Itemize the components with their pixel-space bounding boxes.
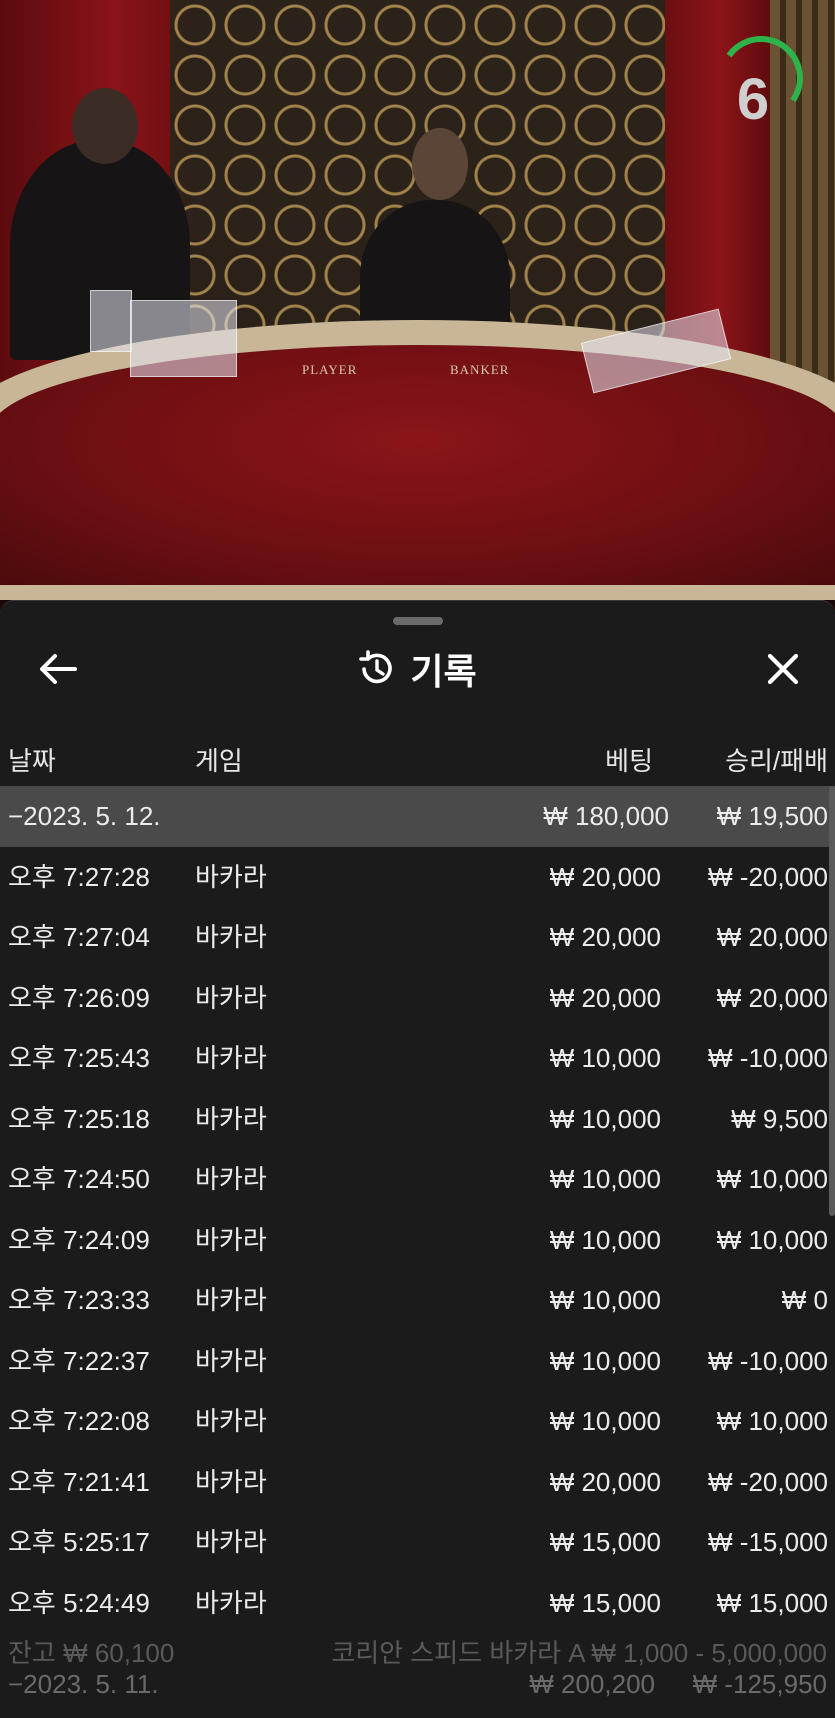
balance-text: 잔고 ₩ 60,100 [8,1638,175,1668]
row-time: 오후 7:21:41 [8,1466,150,1497]
croupier-left-head [72,88,138,164]
row-bet: ₩ 10,000 [549,1285,661,1315]
history-row[interactable]: 오후 7:27:04 바카라 ₩ 20,000 ₩ 20,000 [0,907,835,968]
row-game: 바카라 [195,1224,267,1255]
history-panel: 기록 날짜 게임 베팅 승리/패배 −2023. 5. 12. ₩ 180,00… [0,600,835,1718]
history-row[interactable]: 오후 5:25:17 바카라 ₩ 15,000 ₩ -15,000 [0,1512,835,1573]
next-group-bet-total: ₩ 200,200 [529,1669,655,1699]
row-bet: ₩ 15,000 [549,1527,661,1557]
row-bet: ₩ 10,000 [549,1345,661,1376]
history-row[interactable]: 오후 7:25:43 바카라 ₩ 10,000 ₩ -10,000 [0,1028,835,1089]
column-header-date: 날짜 [8,746,56,776]
row-bet: ₩ 20,000 [549,922,661,952]
felt-player-label: PLAYER [302,362,358,377]
next-group-win-loss-total: ₩ -125,950 [692,1669,827,1699]
row-bet: ₩ 10,000 [549,1103,661,1134]
row-win-loss: ₩ 10,000 [716,1224,828,1255]
felt-banker-label: BANKER [450,362,510,377]
drag-handle[interactable] [393,617,443,625]
row-game: 바카라 [195,922,267,952]
next-group-date: −2023. 5. 11. [8,1669,159,1699]
card-tray [130,300,237,377]
history-row[interactable]: 오후 7:21:41 바카라 ₩ 20,000 ₩ -20,000 [0,1452,835,1513]
history-row[interactable]: 오후 7:23:33 바카라 ₩ 10,000 ₩ 0 [0,1270,835,1331]
row-game: 바카라 [195,1406,267,1436]
card-discard-box [90,290,132,352]
row-win-loss: ₩ -10,000 [708,1043,828,1073]
history-table: −2023. 5. 12. ₩ 180,000 ₩ 19,500 오후 7:27… [0,786,835,1633]
row-game: 바카라 [195,861,267,892]
row-win-loss: ₩ -20,000 [708,1466,828,1497]
column-header-game: 게임 [195,746,243,776]
close-icon [767,653,799,685]
row-time: 오후 5:25:17 [8,1527,150,1557]
row-game: 바카라 [195,1587,267,1618]
row-win-loss: ₩ 15,000 [716,1587,828,1618]
row-bet: ₩ 10,000 [549,1224,661,1255]
row-time: 오후 5:24:49 [8,1587,150,1618]
column-header-bet: 베팅 [605,746,653,776]
history-row[interactable]: 오후 7:22:08 바카라 ₩ 10,000 ₩ 10,000 [0,1391,835,1452]
row-bet: ₩ 10,000 [549,1164,661,1194]
row-win-loss: ₩ 20,000 [716,922,828,952]
row-bet: ₩ 20,000 [549,1466,661,1497]
row-bet: ₩ 20,000 [549,861,661,892]
history-header: 기록 [0,641,835,697]
table-info-text: 코리안 스피드 바카라 A ₩ 1,000 - 5,000,000 [331,1638,827,1668]
row-game: 바카라 [195,1466,267,1497]
page-title: 기록 [410,651,477,692]
row-win-loss: ₩ 0 [781,1285,828,1315]
close-button[interactable] [755,647,811,691]
column-header-win-loss: 승리/패배 [725,746,828,776]
row-bet: ₩ 15,000 [549,1587,661,1618]
row-bet: ₩ 20,000 [549,982,661,1013]
history-row[interactable]: 오후 7:24:09 바카라 ₩ 10,000 ₩ 10,000 [0,1210,835,1271]
live-video-feed: PLAYER BANKER 6 [0,0,835,610]
row-time: 오후 7:22:37 [8,1345,150,1376]
row-game: 바카라 [195,1527,267,1557]
row-game: 바카라 [195,1164,267,1194]
row-time: 오후 7:27:28 [8,861,150,892]
row-win-loss: ₩ 10,000 [716,1164,828,1194]
scrollbar[interactable] [829,786,835,1216]
history-row[interactable]: 오후 7:27:28 바카라 ₩ 20,000 ₩ -20,000 [0,847,835,908]
row-time: 오후 7:22:08 [8,1406,150,1436]
row-bet: ₩ 10,000 [549,1406,661,1436]
history-row[interactable]: 오후 7:26:09 바카라 ₩ 20,000 ₩ 20,000 [0,968,835,1029]
row-time: 오후 7:27:04 [8,922,150,952]
row-time: 오후 7:24:50 [8,1164,150,1194]
row-time: 오후 7:24:09 [8,1224,150,1255]
table-felt [0,345,835,585]
row-win-loss: ₩ 9,500 [731,1103,828,1134]
row-win-loss: ₩ 20,000 [716,982,828,1013]
row-time: 오후 7:25:43 [8,1043,150,1073]
row-bet: ₩ 10,000 [549,1043,661,1073]
row-win-loss: ₩ -10,000 [708,1345,828,1376]
group-bet-total: ₩ 180,000 [543,801,669,831]
group-win-loss-total: ₩ 19,500 [716,801,828,831]
row-time: 오후 7:26:09 [8,982,150,1013]
history-row[interactable]: 오후 5:24:49 바카라 ₩ 15,000 ₩ 15,000 [0,1573,835,1634]
row-time: 오후 7:23:33 [8,1285,150,1315]
row-win-loss: ₩ -20,000 [708,861,828,892]
countdown-timer-value: 6 [736,67,770,132]
history-clock-icon [359,650,393,684]
history-row[interactable]: 오후 7:25:18 바카라 ₩ 10,000 ₩ 9,500 [0,1089,835,1150]
row-time: 오후 7:25:18 [8,1103,150,1134]
row-win-loss: ₩ 10,000 [716,1406,828,1436]
row-game: 바카라 [195,1345,267,1376]
row-game: 바카라 [195,1103,267,1134]
row-game: 바카라 [195,982,267,1013]
group-date: −2023. 5. 12. [8,801,161,831]
date-group-row[interactable]: −2023. 5. 12. ₩ 180,000 ₩ 19,500 [0,786,835,847]
history-row[interactable]: 오후 7:24:50 바카라 ₩ 10,000 ₩ 10,000 [0,1149,835,1210]
dealer-head [412,128,468,200]
row-game: 바카라 [195,1285,267,1315]
row-game: 바카라 [195,1043,267,1073]
row-win-loss: ₩ -15,000 [708,1527,828,1557]
history-row[interactable]: 오후 7:22:37 바카라 ₩ 10,000 ₩ -10,000 [0,1331,835,1392]
